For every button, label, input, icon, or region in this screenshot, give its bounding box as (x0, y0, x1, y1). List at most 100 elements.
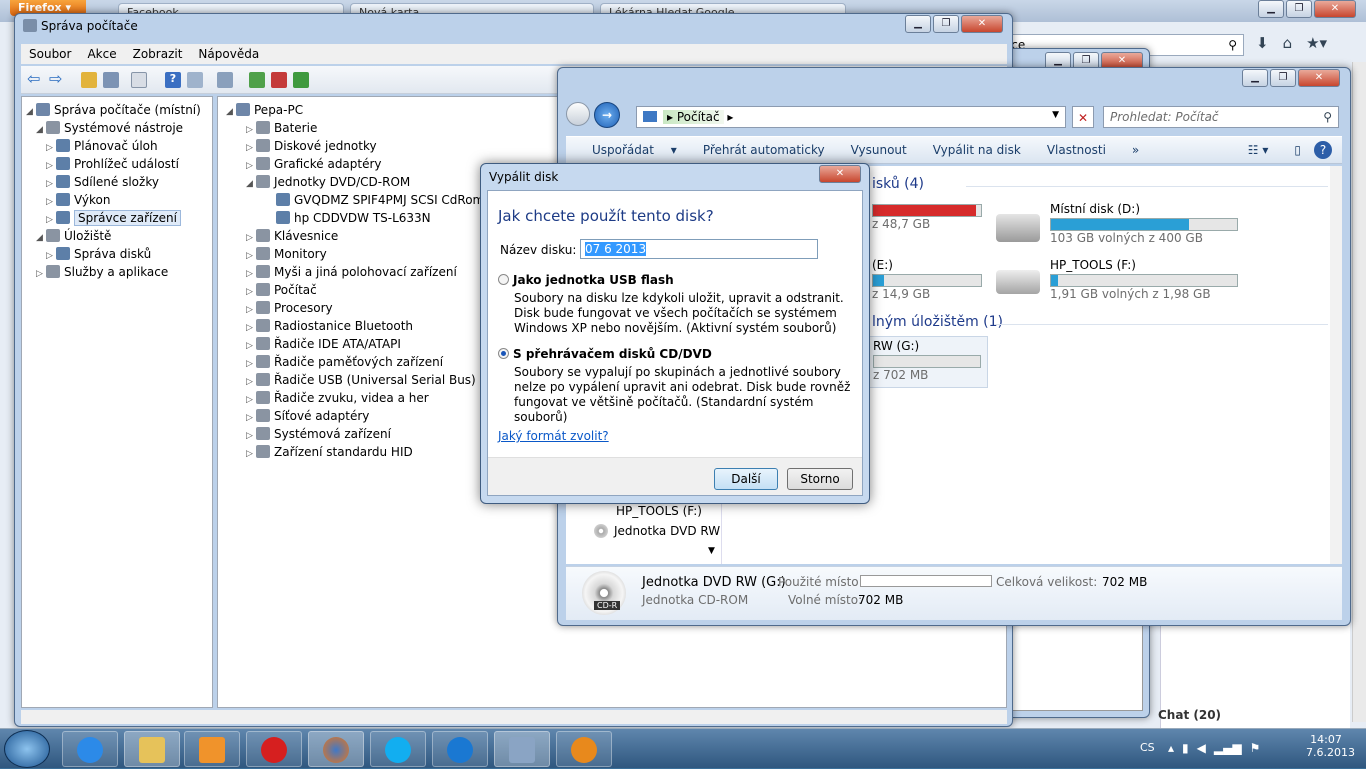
nav-item-hp-tools[interactable]: HP_TOOLS (F:) (616, 504, 702, 518)
back-icon[interactable]: ⇦ (27, 71, 43, 88)
organize-button[interactable]: Uspořádat ▾ (566, 143, 690, 157)
scan-hardware-icon[interactable] (217, 72, 233, 88)
tray-clock[interactable]: 14:07 7.6.2013 (1306, 733, 1355, 759)
expand-arrow-icon[interactable]: ▷ (246, 445, 256, 463)
group-header-disks[interactable]: isků (4) (872, 176, 924, 192)
scroll-down-icon[interactable]: ▼ (708, 546, 715, 556)
chevron-down-icon[interactable]: ▼ (1052, 110, 1059, 120)
tree-item[interactable]: ▷ Počítač (246, 281, 317, 299)
tree-item[interactable]: ▷ Diskové jednotky (246, 137, 377, 155)
tree-item[interactable]: ▷ Systémová zařízení (246, 425, 391, 443)
tree-item[interactable]: ◢ Pepa-PC (226, 101, 303, 119)
maximize-icon[interactable]: ❐ (1270, 69, 1296, 87)
tree-item[interactable]: ▷ Baterie (246, 119, 317, 137)
search-icon[interactable]: ⚲ (1228, 38, 1237, 52)
expand-arrow-icon[interactable]: ◢ (246, 175, 256, 193)
drive-e[interactable]: (E:) z 14,9 GB (872, 258, 982, 301)
maximize-icon[interactable]: ❐ (1286, 0, 1312, 18)
close-icon[interactable]: ✕ (1298, 69, 1340, 87)
taskbar-opera[interactable] (246, 731, 302, 767)
back-button[interactable] (566, 102, 590, 126)
view-options-icon[interactable]: ☷ ▾ (1235, 143, 1282, 157)
flag-icon[interactable]: ⚑ (1250, 741, 1261, 755)
group-header-removable[interactable]: lným úložištěm (1) (872, 314, 1003, 330)
radio-usb-flash[interactable] (498, 274, 509, 285)
forward-button[interactable]: → (594, 102, 620, 128)
tree-item[interactable]: ▷ Řadiče USB (Universal Serial Bus) (246, 371, 476, 389)
more-commands-button[interactable]: » (1119, 143, 1152, 157)
tree-item[interactable]: GVQDMZ SPIF4PMJ SCSI CdRom D (266, 191, 497, 209)
expand-arrow-icon[interactable]: ◢ (226, 103, 236, 121)
taskbar-computer-management[interactable] (494, 731, 550, 767)
taskbar-app[interactable] (432, 731, 488, 767)
tree-item[interactable]: ▷ Monitory (246, 245, 327, 263)
minimize-icon[interactable]: ▁ (1242, 69, 1268, 87)
expand-arrow-icon[interactable]: ▷ (36, 265, 46, 283)
close-icon[interactable]: ✕ (819, 165, 861, 183)
tree-item[interactable]: ▷ Správce zařízení (46, 209, 181, 227)
tree-item[interactable]: ▷ Grafické adaptéry (246, 155, 382, 173)
menu-view[interactable]: Zobrazit (125, 44, 191, 64)
option-cd-dvd[interactable]: S přehrávačem disků CD/DVD (498, 347, 712, 361)
tree-item[interactable]: ▷ Prohlížeč událostí (46, 155, 179, 173)
taskbar-explorer[interactable] (124, 731, 180, 767)
tree-item[interactable]: ▷ Síťové adaptéry (246, 407, 369, 425)
network-icon[interactable]: ▂▄▆ (1214, 741, 1242, 755)
expand-arrow-icon[interactable]: ◢ (26, 103, 36, 121)
minimize-icon[interactable]: ▁ (1258, 0, 1284, 18)
minimize-icon[interactable]: ▁ (905, 15, 931, 33)
stop-icon[interactable]: ✕ (1072, 106, 1094, 128)
tree-item[interactable]: ◢ Systémové nástroje (36, 119, 183, 137)
tree-item[interactable]: ▷ Výkon (46, 191, 110, 209)
menu-help[interactable]: Nápověda (190, 44, 267, 64)
language-indicator[interactable]: CS (1140, 741, 1155, 754)
view-icon[interactable] (187, 72, 203, 88)
bookmark-icon[interactable]: ★▾ (1306, 34, 1327, 56)
start-button[interactable] (4, 730, 50, 768)
volume-icon[interactable]: ◀ (1197, 741, 1206, 755)
tree-item[interactable]: ▷ Procesory (246, 299, 333, 317)
home-icon[interactable]: ⌂ (1283, 34, 1293, 56)
menu-file[interactable]: Soubor (21, 44, 79, 64)
tree-item[interactable]: hp CDDVDW TS-L633N (266, 209, 431, 227)
maximize-icon[interactable]: ❐ (933, 15, 959, 33)
taskbar-media[interactable] (184, 731, 240, 767)
battery-icon[interactable]: ▮ (1182, 741, 1189, 755)
tree-item[interactable]: ▷ Zařízení standardu HID (246, 443, 413, 461)
burn-button[interactable]: Vypálit na disk (920, 143, 1034, 157)
tree-item[interactable]: ▷ Řadiče paměťových zařízení (246, 353, 443, 371)
taskbar-info[interactable] (556, 731, 612, 767)
tree-item[interactable]: ▷ Myši a jiná polohovací zařízení (246, 263, 457, 281)
tree-item[interactable]: ▷ Klávesnice (246, 227, 338, 245)
properties-icon[interactable] (131, 72, 147, 88)
format-help-link[interactable]: Jaký formát zvolit? (498, 429, 609, 443)
download-icon[interactable]: ⬇ (1256, 34, 1269, 56)
disc-name-input[interactable]: 07 6 2013 (580, 239, 818, 259)
tree-item[interactable]: ▷ Sdílené složky (46, 173, 159, 191)
close-icon[interactable]: ✕ (961, 15, 1003, 33)
tree-item[interactable]: ▷ Řadiče IDE ATA/ATAPI (246, 335, 401, 353)
search-input[interactable]: Prohledat: Počítač ⚲ (1103, 106, 1339, 128)
search-icon[interactable]: ⚲ (1323, 110, 1332, 124)
console-tree-icon[interactable] (103, 72, 119, 88)
cancel-button[interactable]: Storno (787, 468, 853, 490)
menu-action[interactable]: Akce (79, 44, 124, 64)
tree-item[interactable]: ▷ Řadiče zvuku, videa a her (246, 389, 429, 407)
tree-item[interactable]: ▷ Plánovač úloh (46, 137, 158, 155)
arrow-up-icon[interactable]: ▴ (1168, 741, 1174, 755)
expand-arrow-icon[interactable]: ◢ (36, 229, 46, 247)
next-button[interactable]: Další (714, 468, 778, 490)
help-icon[interactable]: ? (165, 72, 181, 88)
radio-cd-dvd[interactable] (498, 348, 509, 359)
drive-f[interactable]: HP_TOOLS (F:) 1,91 GB volných z 1,98 GB (996, 258, 1256, 301)
tree-item[interactable]: ◢ Jednotky DVD/CD-ROM (246, 173, 410, 191)
taskbar-ie[interactable] (62, 731, 118, 767)
update-driver-icon[interactable] (249, 72, 265, 88)
page-scrollbar[interactable] (1352, 62, 1366, 722)
enable-device-icon[interactable] (293, 72, 309, 88)
content-scrollbar[interactable] (1330, 166, 1342, 564)
tree-item[interactable]: ◢ Úložiště (36, 227, 111, 245)
option-usb-flash[interactable]: Jako jednotka USB flash (498, 273, 674, 287)
taskbar-firefox[interactable] (308, 731, 364, 767)
address-bar[interactable]: ▸ Počítač ▸ ▼ (636, 106, 1066, 128)
